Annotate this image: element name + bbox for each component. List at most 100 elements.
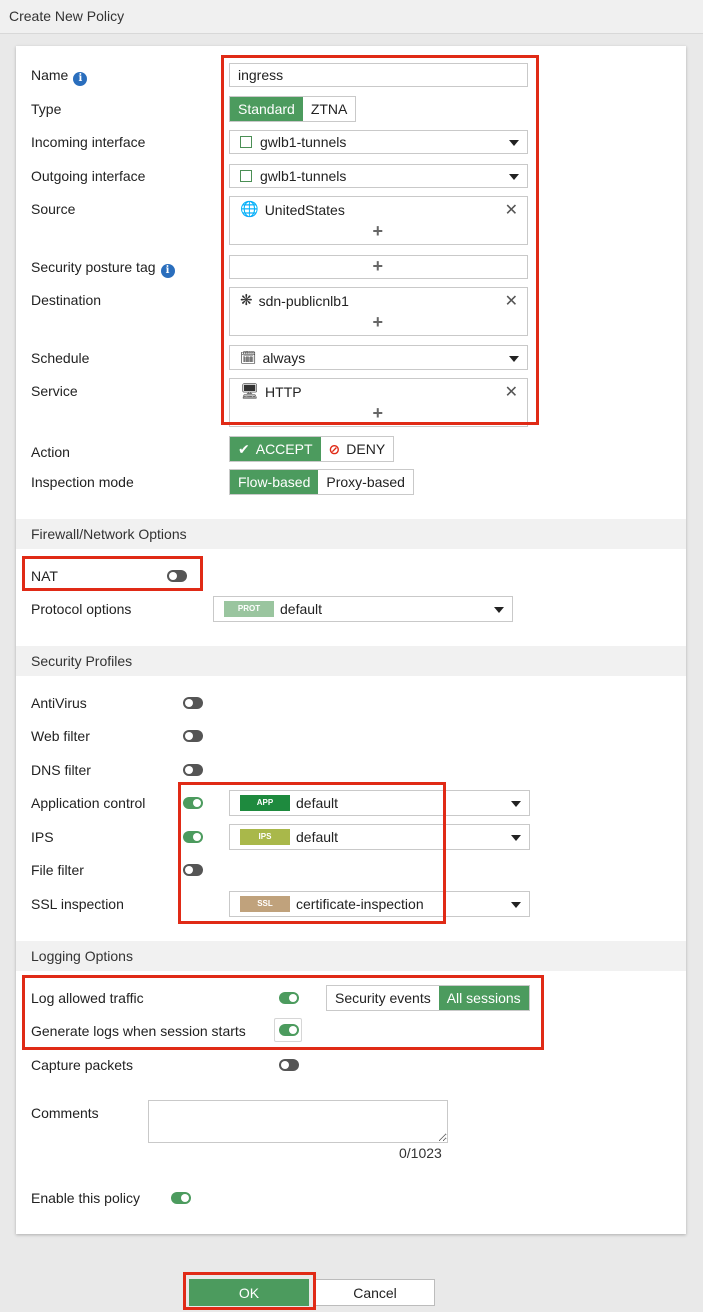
ips-select[interactable]: IPS default bbox=[229, 824, 530, 850]
destination-value: sdn-publicnlb1 bbox=[258, 293, 349, 309]
file-filter-toggle[interactable] bbox=[183, 864, 203, 876]
capture-packets-toggle[interactable] bbox=[279, 1059, 299, 1071]
ok-button[interactable]: OK bbox=[189, 1279, 309, 1306]
incoming-interface-label: Incoming interface bbox=[31, 134, 146, 150]
app-control-toggle[interactable] bbox=[183, 797, 203, 809]
chevron-down-icon bbox=[509, 355, 519, 362]
schedule-value: always bbox=[262, 349, 306, 366]
log-security-events-option[interactable]: Security events bbox=[327, 986, 439, 1010]
destination-entry: ❋ sdn-publicnlb1 bbox=[240, 293, 349, 309]
outgoing-interface-value: gwlb1-tunnels bbox=[260, 168, 347, 184]
service-field[interactable]: 🖥 HTTP ✕ + bbox=[229, 378, 528, 427]
add-service-icon[interactable]: + bbox=[373, 403, 384, 424]
log-allowed-label: Log allowed traffic bbox=[31, 990, 144, 1006]
inspection-flow-option[interactable]: Flow-based bbox=[230, 470, 319, 494]
posture-tag-label: Security posture tag i bbox=[31, 259, 175, 278]
check-icon: ✔ bbox=[238, 440, 250, 457]
source-field[interactable]: 🌐 UnitedStates ✕ + bbox=[229, 196, 528, 245]
firewall-section-header: Firewall/Network Options bbox=[16, 519, 686, 549]
chevron-down-icon bbox=[494, 607, 504, 613]
log-allowed-toggle[interactable] bbox=[279, 992, 299, 1004]
name-label: Name i bbox=[31, 67, 88, 86]
globe-icon: 🌐 bbox=[240, 201, 259, 218]
type-standard-option[interactable]: Standard bbox=[230, 97, 303, 121]
chevron-down-icon bbox=[509, 140, 519, 146]
nat-label: NAT bbox=[31, 568, 58, 584]
title-bar: Create New Policy bbox=[0, 0, 703, 34]
cancel-button[interactable]: Cancel bbox=[315, 1279, 435, 1306]
log-allowed-mode-control: Security events All sessions bbox=[326, 985, 530, 1011]
enable-policy-toggle[interactable] bbox=[171, 1192, 191, 1204]
logging-options-header: Logging Options bbox=[16, 941, 686, 971]
name-input-value: ingress bbox=[238, 67, 284, 83]
source-entry: 🌐 UnitedStates bbox=[240, 202, 345, 218]
comments-label: Comments bbox=[31, 1105, 99, 1121]
type-segmented-control: Standard ZTNA bbox=[229, 96, 357, 122]
session-start-label: Generate logs when session starts bbox=[31, 1023, 246, 1039]
protocol-options-label: Protocol options bbox=[31, 601, 132, 617]
ssl-badge: SSL bbox=[240, 896, 290, 912]
destination-field[interactable]: ❋ sdn-publicnlb1 ✕ + bbox=[229, 287, 528, 336]
ips-badge: IPS bbox=[240, 829, 290, 845]
type-ztna-option[interactable]: ZTNA bbox=[302, 97, 356, 121]
protocol-options-select[interactable]: PROT default bbox=[213, 596, 513, 622]
ips-value: default bbox=[296, 829, 339, 845]
remove-destination-icon[interactable]: ✕ bbox=[505, 291, 518, 311]
outgoing-interface-label: Outgoing interface bbox=[31, 168, 146, 184]
inspection-mode-label: Inspection mode bbox=[31, 474, 134, 490]
accept-label: ACCEPT bbox=[255, 441, 313, 457]
ssl-inspection-select[interactable]: SSL certificate-inspection bbox=[229, 891, 530, 917]
chevron-down-icon bbox=[511, 835, 521, 841]
source-label: Source bbox=[31, 201, 76, 217]
cluster-icon: ❋ bbox=[240, 292, 253, 309]
name-label-text: Name bbox=[31, 67, 69, 83]
security-profiles-header: Security Profiles bbox=[16, 646, 686, 676]
dns-filter-toggle[interactable] bbox=[183, 764, 203, 776]
app-control-select[interactable]: APP default bbox=[229, 790, 530, 816]
nat-toggle[interactable] bbox=[167, 570, 187, 582]
interface-icon bbox=[240, 136, 252, 148]
web-filter-toggle[interactable] bbox=[183, 730, 203, 742]
action-segmented-control: ✔ ACCEPT ⊘ DENY bbox=[229, 436, 395, 462]
comments-textarea[interactable] bbox=[148, 1100, 448, 1143]
inspection-proxy-option[interactable]: Proxy-based bbox=[318, 470, 413, 494]
info-icon[interactable]: i bbox=[73, 72, 88, 86]
incoming-interface-value: gwlb1-tunnels bbox=[260, 134, 347, 150]
add-posture-tag-icon[interactable]: + bbox=[373, 256, 384, 277]
calendar-clock-icon: 🗓 bbox=[240, 349, 257, 365]
ips-label: IPS bbox=[31, 829, 54, 845]
type-label: Type bbox=[31, 101, 62, 117]
action-label: Action bbox=[31, 444, 70, 460]
add-destination-icon[interactable]: + bbox=[373, 312, 384, 333]
action-accept-option[interactable]: ✔ ACCEPT bbox=[230, 437, 321, 461]
session-start-toggle[interactable] bbox=[279, 1024, 299, 1036]
log-all-sessions-option[interactable]: All sessions bbox=[438, 986, 529, 1010]
posture-tag-field[interactable]: + bbox=[229, 255, 528, 279]
info-icon[interactable]: i bbox=[160, 264, 175, 278]
service-value: HTTP bbox=[265, 384, 302, 400]
schedule-select[interactable]: 🗓 always bbox=[229, 345, 528, 370]
ssl-inspection-value: certificate-inspection bbox=[296, 896, 424, 912]
remove-source-icon[interactable]: ✕ bbox=[505, 200, 518, 220]
add-source-icon[interactable]: + bbox=[373, 221, 384, 242]
antivirus-label: AntiVirus bbox=[31, 695, 87, 711]
ips-toggle[interactable] bbox=[183, 831, 203, 843]
web-filter-label: Web filter bbox=[31, 728, 90, 744]
app-badge: APP bbox=[240, 795, 290, 811]
incoming-interface-select[interactable]: gwlb1-tunnels bbox=[229, 130, 528, 154]
ssl-inspection-label: SSL inspection bbox=[31, 896, 124, 912]
service-label: Service bbox=[31, 383, 78, 399]
remove-service-icon[interactable]: ✕ bbox=[505, 382, 518, 402]
name-input[interactable]: ingress bbox=[229, 63, 528, 87]
window-title: Create New Policy bbox=[9, 8, 125, 24]
source-value: UnitedStates bbox=[264, 202, 345, 218]
app-control-label: Application control bbox=[31, 795, 146, 811]
interface-icon bbox=[240, 170, 252, 182]
antivirus-toggle[interactable] bbox=[183, 697, 203, 709]
action-deny-option[interactable]: ⊘ DENY bbox=[320, 437, 394, 461]
monitor-icon: 🖥 bbox=[240, 383, 260, 400]
outgoing-interface-select[interactable]: gwlb1-tunnels bbox=[229, 164, 528, 188]
chevron-down-icon bbox=[511, 801, 521, 807]
enable-policy-label: Enable this policy bbox=[31, 1190, 140, 1206]
schedule-label: Schedule bbox=[31, 350, 90, 366]
